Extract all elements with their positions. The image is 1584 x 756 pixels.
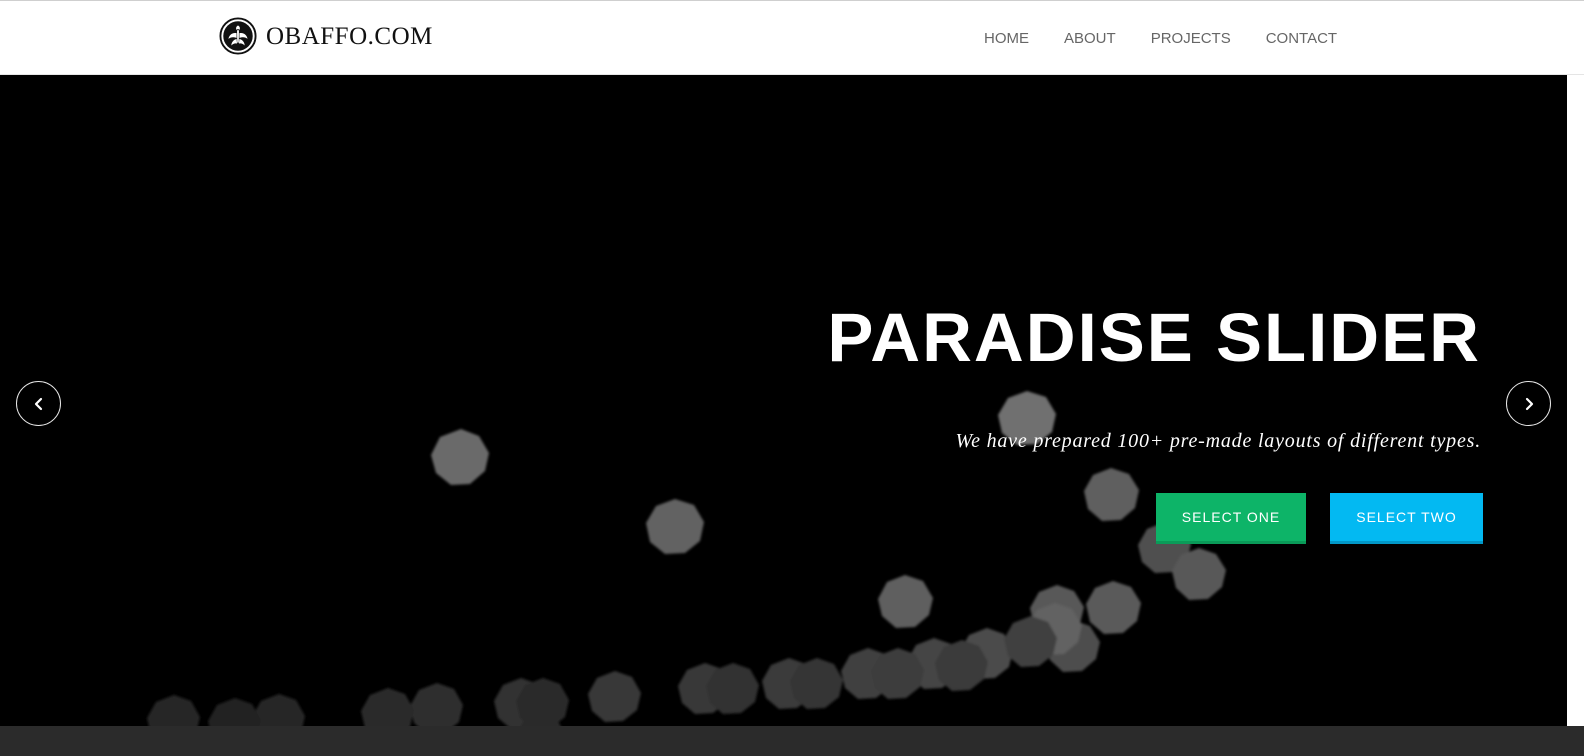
chevron-right-icon <box>1525 397 1533 410</box>
select-one-button[interactable]: SELECT ONE <box>1156 493 1306 544</box>
site-header: OBAFFO.COM HOME ABOUT PROJECTS CONTACT <box>0 0 1584 75</box>
site-logo[interactable]: OBAFFO.COM <box>219 16 433 56</box>
nav-contact[interactable]: CONTACT <box>1266 30 1337 48</box>
next-section-strip <box>0 726 1584 756</box>
main-nav: HOME ABOUT PROJECTS CONTACT <box>984 30 1337 48</box>
phoenix-emblem-icon <box>219 17 257 55</box>
bokeh-background-image <box>147 391 1226 726</box>
hero-slider: PARADISE SLIDER We have prepared 100+ pr… <box>0 75 1567 726</box>
logo-text: OBAFFO.COM <box>266 22 433 50</box>
page-scrollbar[interactable] <box>1567 75 1584 726</box>
slide-title: PARADISE SLIDER <box>827 299 1481 376</box>
nav-about[interactable]: ABOUT <box>1064 30 1116 48</box>
slider-prev-button[interactable] <box>16 381 61 426</box>
chevron-left-icon <box>34 397 42 410</box>
slider-next-button[interactable] <box>1506 381 1551 426</box>
slide-subtitle: We have prepared 100+ pre-made layouts o… <box>955 430 1481 452</box>
nav-projects[interactable]: PROJECTS <box>1151 30 1231 48</box>
select-two-button[interactable]: SELECT TWO <box>1330 493 1483 544</box>
nav-home[interactable]: HOME <box>984 30 1029 48</box>
